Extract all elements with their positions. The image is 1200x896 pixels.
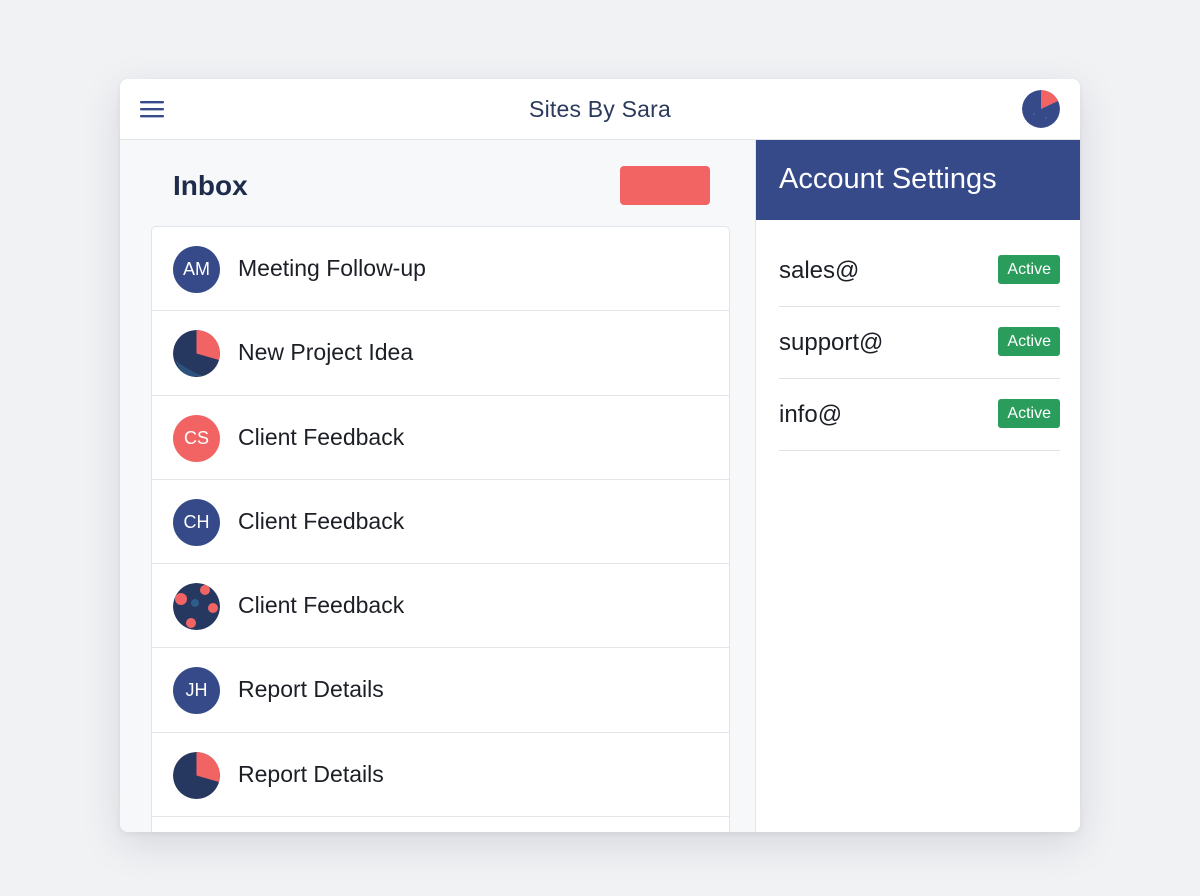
message-item[interactable]: Client Feedback: [152, 564, 729, 649]
message-item[interactable]: New Project Idea: [152, 311, 729, 396]
account-row[interactable]: support@ Active: [779, 307, 1060, 379]
status-badge: Active: [998, 255, 1060, 284]
app-title: Sites By Sara: [529, 96, 671, 122]
status-badge: Active: [998, 399, 1060, 428]
message-subject: Report Details: [238, 760, 384, 787]
message-item[interactable]: Report Details: [152, 733, 729, 818]
sender-initials: JH: [185, 680, 208, 701]
message-subject: Client Feedback: [238, 423, 405, 450]
app-window: Sites By Sara Inbox AM Meeting Follow-up: [120, 79, 1080, 832]
account-row[interactable]: info@ Active: [779, 379, 1060, 451]
sender-avatar: [173, 751, 220, 799]
account-row[interactable]: sales@ Active: [779, 235, 1060, 307]
sender-avatar: [173, 583, 220, 631]
sender-avatar: JH: [173, 667, 220, 715]
message-list: AM Meeting Follow-up New Project Idea CS: [151, 226, 730, 832]
sender-initials: CH: [183, 511, 210, 532]
account-email: support@: [779, 329, 884, 356]
inbox-pane: Inbox AM Meeting Follow-up New Project I…: [120, 140, 756, 832]
message-item[interactable]: CH Client Feedback: [152, 480, 729, 565]
sender-avatar: CS: [173, 414, 220, 462]
status-badge: Active: [998, 327, 1060, 356]
message-subject: Client Feedback: [238, 507, 405, 534]
message-subject: Meeting Follow-up: [238, 255, 426, 281]
message-subject: Report Details: [238, 676, 384, 703]
settings-header: Account Settings: [756, 140, 1080, 220]
user-avatar[interactable]: [1022, 90, 1060, 128]
account-email: sales@: [779, 257, 860, 284]
settings-title: Account Settings: [779, 163, 997, 195]
sender-avatar: [173, 330, 220, 378]
sender-initials: AM: [183, 259, 210, 279]
top-bar: Sites By Sara: [120, 79, 1080, 140]
compose-button[interactable]: [620, 166, 710, 205]
message-subject: New Project Idea: [238, 339, 414, 366]
message-item[interactable]: AM Meeting Follow-up: [152, 227, 729, 312]
account-email: info@: [779, 401, 843, 428]
account-settings-pane: Account Settings sales@ Active support@ …: [756, 140, 1080, 832]
sender-initials: CS: [183, 427, 209, 448]
inbox-title: Inbox: [173, 170, 248, 201]
sender-avatar: AM: [173, 246, 220, 293]
message-item[interactable]: CS Client Feedback: [152, 396, 729, 480]
message-subject: Client Feedback: [238, 592, 405, 619]
message-item[interactable]: JH Report Details: [152, 648, 729, 733]
sender-avatar: CH: [173, 498, 220, 546]
